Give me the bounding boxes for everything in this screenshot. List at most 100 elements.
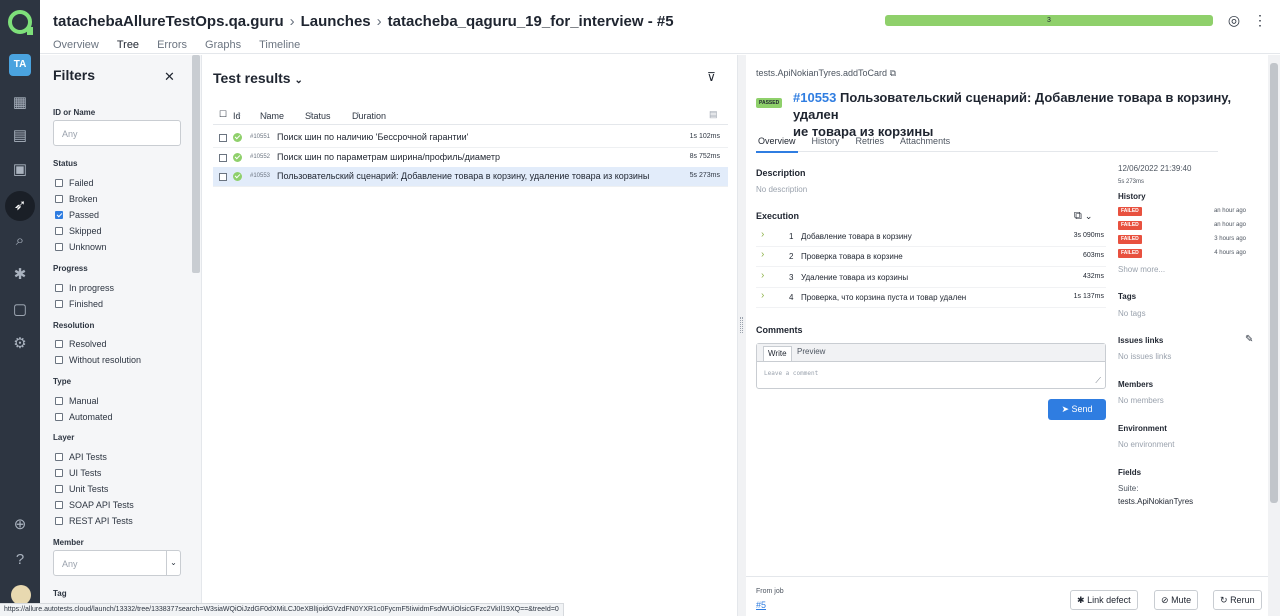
checkbox[interactable] bbox=[55, 340, 63, 348]
row-checkbox[interactable] bbox=[219, 154, 227, 162]
breadcrumb-section[interactable]: Launches bbox=[301, 13, 371, 30]
layer-api[interactable]: API Tests bbox=[55, 452, 107, 462]
select-all-checkbox[interactable]: ☐ bbox=[219, 109, 227, 120]
chevron-down-icon[interactable]: ⌄ bbox=[166, 551, 180, 575]
resize-icon[interactable]: ⟋ bbox=[1095, 376, 1101, 386]
tab-preview[interactable]: Preview bbox=[797, 347, 825, 356]
checkbox[interactable] bbox=[55, 485, 63, 493]
execution-step[interactable]: › 4 Проверка, что корзина пуста и товар уд… bbox=[756, 288, 1106, 308]
checkbox[interactable] bbox=[55, 453, 63, 461]
layer-unit[interactable]: Unit Tests bbox=[55, 484, 108, 494]
execution-step[interactable]: › 3 Удаление товара из корзины 432ms bbox=[756, 268, 1106, 288]
panel-resize-handle[interactable] bbox=[738, 55, 746, 616]
dashboard-icon[interactable]: ▦ bbox=[10, 93, 30, 113]
breadcrumb: tatachebaAllureTestOps.qa.guru › Launches ›… bbox=[53, 13, 674, 30]
comment-textarea[interactable]: Leave a comment bbox=[764, 370, 818, 377]
close-icon[interactable]: ✕ bbox=[164, 69, 175, 85]
tab-write[interactable]: Write bbox=[763, 346, 792, 361]
edit-icon[interactable]: ✎ bbox=[1245, 334, 1253, 345]
filters-scrollbar[interactable] bbox=[192, 55, 200, 273]
tab-overview[interactable]: Overview bbox=[756, 134, 798, 153]
type-automated[interactable]: Automated bbox=[55, 412, 113, 422]
test-cases-icon[interactable]: ▤ bbox=[10, 126, 30, 146]
checkbox[interactable] bbox=[55, 195, 63, 203]
row-checkbox[interactable] bbox=[219, 134, 227, 142]
status-passed[interactable]: Passed bbox=[55, 210, 99, 220]
add-icon[interactable]: ⊕ bbox=[10, 515, 30, 535]
checkbox-checked[interactable] bbox=[55, 211, 63, 219]
table-row[interactable]: #10551 Поиск шин по наличию 'Бессрочной … bbox=[213, 128, 728, 148]
mute-button[interactable]: ⊘ Mute bbox=[1154, 590, 1199, 610]
watch-icon[interactable]: ◎ bbox=[1226, 12, 1242, 28]
checkbox[interactable] bbox=[55, 300, 63, 308]
checkbox[interactable] bbox=[55, 517, 63, 525]
clear-filter-icon[interactable]: ⊽ bbox=[707, 70, 716, 84]
resolution-without[interactable]: Without resolution bbox=[55, 355, 141, 365]
checkbox[interactable] bbox=[55, 501, 63, 509]
type-manual[interactable]: Manual bbox=[55, 396, 99, 406]
table-row-selected[interactable]: #10553 Пользовательский сценарий: Добавл… bbox=[213, 167, 728, 187]
execution-step[interactable]: › 1 Добавление товара в корзину 3s 090ms bbox=[756, 227, 1106, 247]
checkbox[interactable] bbox=[55, 469, 63, 477]
from-job-link[interactable]: #5 bbox=[756, 600, 766, 610]
history-item[interactable]: FAILED an hour ago bbox=[1118, 221, 1246, 231]
progress-finished[interactable]: Finished bbox=[55, 299, 103, 309]
tab-errors[interactable]: Errors bbox=[157, 39, 187, 55]
status-failed[interactable]: Failed bbox=[55, 178, 94, 188]
columns-settings-icon[interactable]: ▤ bbox=[709, 109, 718, 120]
status-skipped[interactable]: Skipped bbox=[55, 226, 102, 236]
layer-rest[interactable]: REST API Tests bbox=[55, 516, 133, 526]
test-plans-icon[interactable]: ▣ bbox=[10, 160, 30, 180]
checkbox[interactable] bbox=[55, 284, 63, 292]
link-defect-button[interactable]: ✱ Link defect bbox=[1070, 590, 1138, 610]
tab-graphs[interactable]: Graphs bbox=[205, 39, 241, 55]
details-scrollbar[interactable] bbox=[1268, 55, 1280, 616]
user-avatar[interactable] bbox=[11, 585, 31, 605]
jobs-icon[interactable]: ▢ bbox=[10, 300, 30, 320]
tab-timeline[interactable]: Timeline bbox=[259, 39, 300, 55]
test-id[interactable]: #10553 bbox=[793, 90, 836, 105]
checkbox[interactable] bbox=[55, 397, 63, 405]
history-item[interactable]: FAILED 3 hours ago bbox=[1118, 235, 1246, 245]
copy-icon[interactable]: ⧉ bbox=[890, 68, 896, 78]
chevron-down-icon[interactable]: ⌄ bbox=[1085, 211, 1093, 221]
settings-icon[interactable]: ⚙ bbox=[10, 334, 30, 354]
results-title[interactable]: Test results ⌄ bbox=[213, 70, 303, 86]
show-more-link[interactable]: Show more... bbox=[1118, 265, 1165, 274]
allure-logo-icon[interactable] bbox=[8, 10, 33, 35]
execution-step[interactable]: › 2 Проверка товара в корзине 603ms bbox=[756, 247, 1106, 267]
breadcrumb-project[interactable]: tatachebaAllureTestOps.qa.guru bbox=[53, 13, 284, 30]
tab-history[interactable]: History bbox=[810, 134, 842, 151]
resolution-resolved[interactable]: Resolved bbox=[55, 339, 107, 349]
tab-overview[interactable]: Overview bbox=[53, 39, 99, 55]
chevron-right-icon: › bbox=[761, 270, 765, 281]
member-select[interactable]: Any ⌄ bbox=[53, 550, 181, 576]
id-or-name-input[interactable]: Any bbox=[53, 120, 181, 146]
project-avatar[interactable]: TA bbox=[9, 54, 31, 76]
more-vert-icon[interactable]: ⋮ bbox=[1252, 12, 1268, 28]
expand-all-icon[interactable]: ⧉ bbox=[1074, 210, 1082, 222]
help-icon[interactable]: ? bbox=[10, 550, 30, 570]
layer-ui[interactable]: UI Tests bbox=[55, 468, 101, 478]
layer-soap[interactable]: SOAP API Tests bbox=[55, 500, 134, 510]
checkbox[interactable] bbox=[55, 413, 63, 421]
rerun-button[interactable]: ↻ Rerun bbox=[1213, 590, 1262, 610]
history-item[interactable]: FAILED an hour ago bbox=[1118, 207, 1246, 217]
send-button[interactable]: ➤ Send bbox=[1048, 399, 1106, 420]
analytics-icon[interactable]: ⌕ bbox=[10, 231, 30, 251]
tab-attachments[interactable]: Attachments bbox=[898, 134, 952, 151]
tab-retries[interactable]: Retries bbox=[854, 134, 887, 151]
members-empty: No members bbox=[1118, 396, 1164, 405]
checkbox[interactable] bbox=[55, 227, 63, 235]
progress-in-progress[interactable]: In progress bbox=[55, 283, 114, 293]
status-broken[interactable]: Broken bbox=[55, 194, 98, 204]
table-row[interactable]: #10552 Поиск шин по параметрам ширина/пр… bbox=[213, 148, 728, 168]
checkbox[interactable] bbox=[55, 356, 63, 364]
checkbox[interactable] bbox=[55, 243, 63, 251]
checkbox[interactable] bbox=[55, 179, 63, 187]
history-item[interactable]: FAILED 4 hours ago bbox=[1118, 249, 1246, 259]
defects-icon[interactable]: ✱ bbox=[10, 265, 30, 285]
launches-icon[interactable]: ➶ bbox=[5, 191, 35, 221]
row-checkbox[interactable] bbox=[219, 173, 227, 181]
status-unknown[interactable]: Unknown bbox=[55, 242, 107, 252]
